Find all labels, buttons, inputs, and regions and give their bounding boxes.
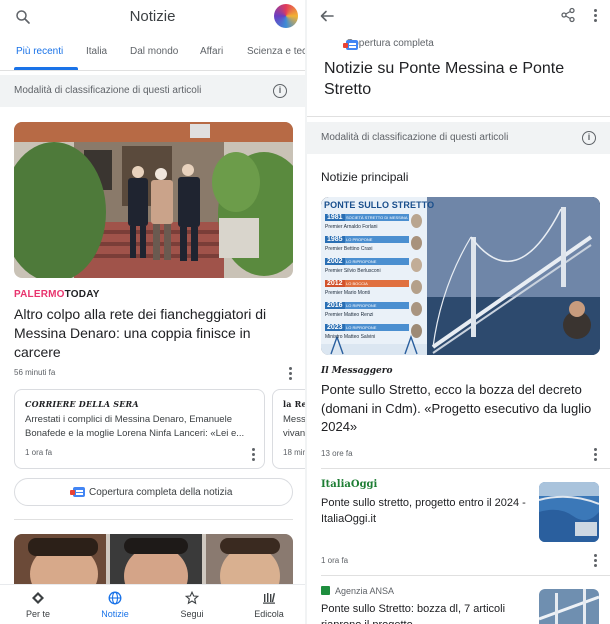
article-divider	[321, 575, 610, 576]
bottom-navigation: Per te Notizie Segui Edicola	[0, 584, 305, 624]
share-icon[interactable]	[560, 7, 576, 23]
card-text: Messi vivan	[283, 414, 305, 439]
ranking-info-text: Modalità di classificazione di questi ar…	[321, 132, 509, 143]
infographic-row: 1985 LO PROPONE Premier Bettino Craxi	[323, 235, 423, 255]
article-time: 13 ore fa	[321, 449, 353, 458]
left-screen: Notizie Più recenti Italia Dal mondo Aff…	[0, 0, 305, 624]
article-headline[interactable]: Ponte sullo Stretto: bozza dl, 7 articol…	[321, 602, 535, 624]
ranking-info-bar[interactable]: Modalità di classificazione di questi ar…	[0, 75, 305, 107]
section-tabs: Più recenti Italia Dal mondo Affari Scie…	[0, 38, 305, 68]
ansa-icon	[321, 586, 330, 595]
info-icon[interactable]: i	[582, 131, 596, 145]
globe-icon	[108, 591, 122, 605]
top-app-bar: Notizie	[0, 0, 305, 36]
ranking-info-bar[interactable]: Modalità di classificazione di questi ar…	[307, 122, 610, 154]
more-options-icon[interactable]	[288, 367, 292, 381]
coverage-label: Copertura completa	[343, 38, 434, 50]
top-story-image[interactable]: PONTE SULLO STRETTO 1981 SOCIETÀ STRETTO…	[321, 197, 600, 355]
avatar[interactable]	[274, 4, 298, 28]
card-source: CORRIERE DELLA SERA	[25, 399, 139, 409]
full-coverage-icon	[343, 40, 358, 50]
ranking-info-text: Modalità di classificazione di questi ar…	[14, 85, 202, 96]
top-story-headline[interactable]: Altro colpo alla rete dei fiancheggiator…	[14, 305, 290, 362]
infographic-row: 2016 LO RIPROPONE Premier Matteo Renzi	[323, 301, 423, 321]
infographic-row: 2023 LO RIPROPONE Ministro Matteo Salvin…	[323, 323, 423, 343]
more-options-icon[interactable]	[251, 448, 255, 462]
tab-italia[interactable]: Italia	[86, 46, 107, 57]
full-coverage-icon	[70, 487, 85, 497]
app-title: Notizie	[129, 8, 176, 25]
diamond-icon	[32, 592, 44, 604]
info-icon[interactable]: i	[273, 84, 287, 98]
card-source: la Repu	[283, 399, 305, 409]
story-divider	[14, 519, 293, 520]
related-card[interactable]: la Repu Messi vivan 18 min	[272, 389, 305, 469]
nav-edicola[interactable]: Edicola	[234, 591, 304, 619]
article-time: 1 ora fa	[321, 556, 349, 565]
infographic-row: 2012 LO BOCCIA Premier Mario Monti	[323, 279, 423, 299]
newsstand-icon	[263, 593, 276, 604]
more-options-icon[interactable]	[593, 554, 597, 568]
nav-segui[interactable]: Segui	[157, 591, 227, 619]
article-thumbnail[interactable]	[539, 482, 599, 542]
publisher-logo: ItaliaOggi	[321, 479, 378, 490]
star-icon	[185, 591, 199, 605]
back-arrow-icon[interactable]	[319, 8, 335, 24]
full-coverage-button[interactable]: Copertura completa della notizia	[14, 478, 293, 506]
right-screen: Copertura completa Notizie su Ponte Mess…	[307, 0, 610, 624]
article-headline[interactable]: Ponte sullo stretto, progetto entro il 2…	[321, 496, 535, 527]
nav-per-te[interactable]: Per te	[3, 591, 73, 619]
more-options-icon[interactable]	[593, 9, 597, 23]
publisher-label: Agenzia ANSA	[321, 586, 394, 596]
tab-scienza[interactable]: Scienza e tec	[247, 46, 305, 57]
top-story-time: 56 minuti fa	[14, 368, 56, 377]
article-headline[interactable]: Ponte sullo Stretto, ecco la bozza del d…	[321, 381, 593, 437]
publisher-logo: Il Messaggero	[321, 366, 393, 376]
article-divider	[321, 468, 610, 469]
article-thumbnail[interactable]	[539, 589, 599, 624]
top-story-image[interactable]	[14, 122, 293, 278]
tabs-divider	[0, 70, 305, 71]
publisher-logo: PALERMOTODAY	[14, 289, 100, 300]
header-divider	[307, 116, 610, 117]
infographic-row: 1981 SOCIETÀ STRETTO DI MESSINA Premier …	[323, 213, 423, 233]
infographic-title: PONTE SULLO STRETTO	[324, 200, 435, 210]
card-text: Arrestati i complici di Messina Denaro, …	[25, 414, 245, 439]
section-heading: Notizie principali	[321, 170, 409, 184]
tab-dal-mondo[interactable]: Dal mondo	[130, 46, 178, 57]
nav-notizie[interactable]: Notizie	[80, 591, 150, 619]
card-time: 18 min	[283, 448, 305, 457]
more-options-icon[interactable]	[593, 448, 597, 462]
tab-affari[interactable]: Affari	[200, 46, 223, 57]
related-card[interactable]: CORRIERE DELLA SERA Arrestati i complici…	[14, 389, 265, 469]
coverage-title: Notizie su Ponte Messina e Ponte Stretto	[324, 60, 565, 98]
card-time: 1 ora fa	[25, 448, 53, 457]
infographic-row: 2002 LO RIPROPONE Premier Silvio Berlusc…	[323, 257, 423, 277]
tab-piu-recenti[interactable]: Più recenti	[16, 46, 63, 57]
